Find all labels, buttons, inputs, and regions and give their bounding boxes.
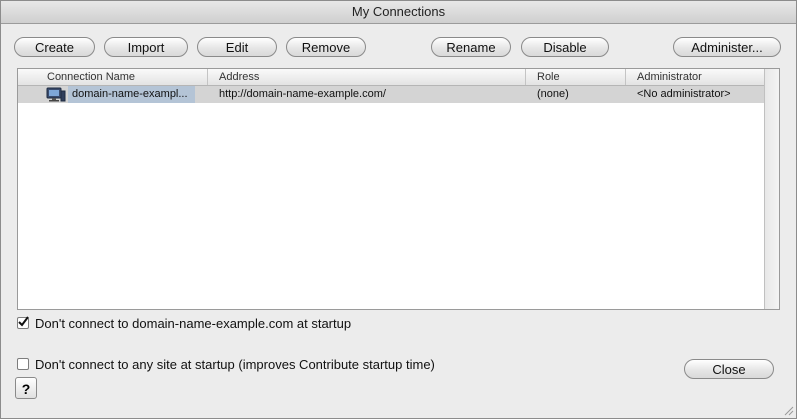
rename-button[interactable]: Rename <box>431 37 511 57</box>
column-header-label: Connection Name <box>47 71 136 83</box>
close-button[interactable]: Close <box>684 359 774 379</box>
edit-button[interactable]: Edit <box>197 37 277 57</box>
connection-name-cell: domain-name-exampl... <box>68 86 195 103</box>
column-header-label: Administrator <box>637 71 702 83</box>
column-header-label: Role <box>537 71 560 83</box>
import-button[interactable]: Import <box>104 37 188 57</box>
column-header-connection-name[interactable]: Connection Name <box>18 69 208 85</box>
administer-button[interactable]: Administer... <box>673 37 781 57</box>
dont-connect-site-checkbox[interactable] <box>17 316 29 329</box>
table-header: Connection Name Address Role Administrat… <box>18 69 765 86</box>
my-connections-window: My Connections Create Import Edit Remove… <box>0 0 797 419</box>
administrator-cell: <No administrator> <box>637 88 731 100</box>
column-header-label: Address <box>219 71 260 83</box>
column-header-administrator[interactable]: Administrator <box>626 69 765 85</box>
vertical-scrollbar[interactable] <box>764 69 779 309</box>
role-cell: (none) <box>537 88 569 100</box>
remove-button[interactable]: Remove <box>286 37 366 57</box>
disable-button[interactable]: Disable <box>521 37 609 57</box>
address-cell: http://domain-name-example.com/ <box>219 88 386 100</box>
dont-connect-site-label[interactable]: Don't connect to domain-name-example.com… <box>35 316 351 332</box>
resize-grip-icon[interactable] <box>782 404 794 416</box>
table-row[interactable]: domain-name-exampl... http://domain-name… <box>18 86 765 103</box>
dont-connect-any-label[interactable]: Don't connect to any site at startup (im… <box>35 357 435 373</box>
column-header-address[interactable]: Address <box>208 69 526 85</box>
checkmark-icon <box>18 316 29 327</box>
computer-icon <box>46 87 66 104</box>
window-title: My Connections <box>1 1 796 24</box>
column-header-role[interactable]: Role <box>526 69 626 85</box>
dont-connect-any-checkbox[interactable] <box>17 358 29 370</box>
connections-table: Connection Name Address Role Administrat… <box>17 68 780 310</box>
create-button[interactable]: Create <box>14 37 95 57</box>
help-button[interactable]: ? <box>15 377 37 399</box>
